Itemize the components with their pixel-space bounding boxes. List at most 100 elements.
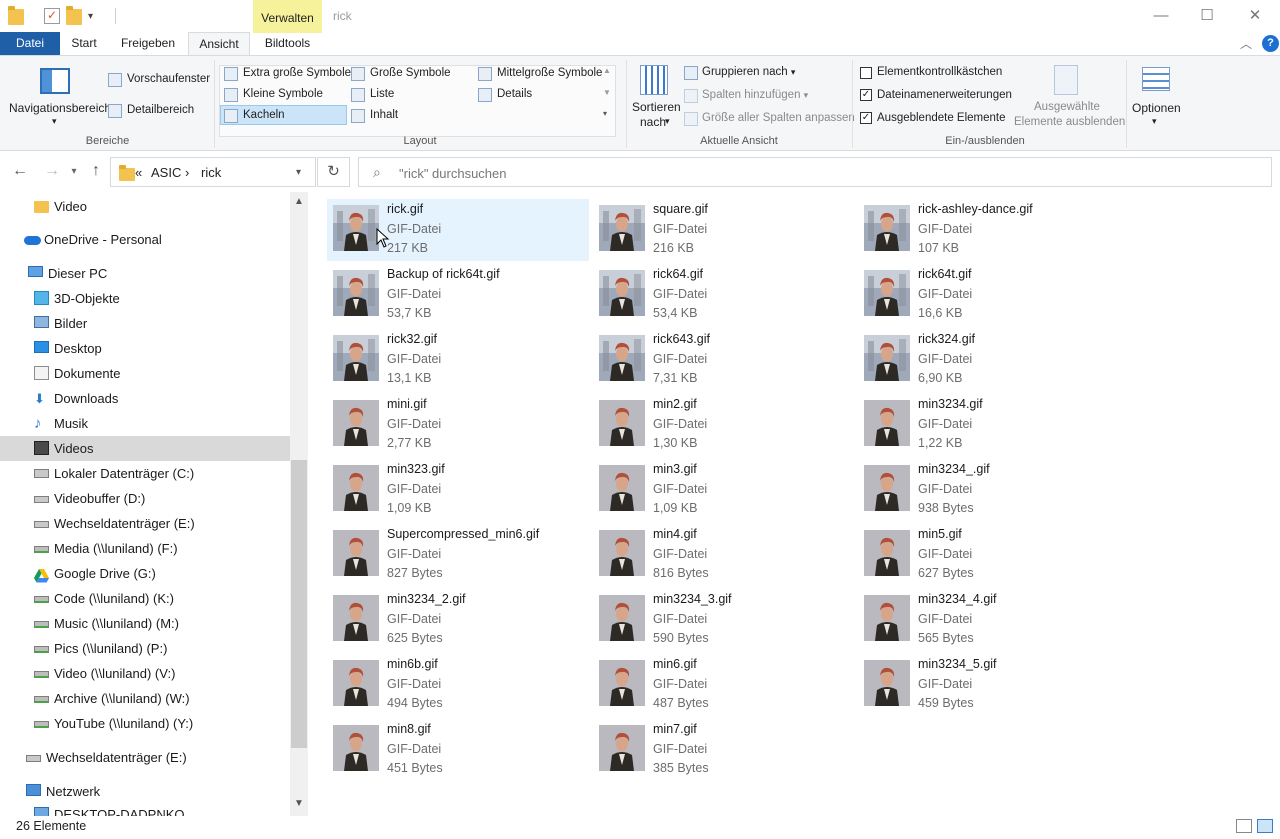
add-columns-button[interactable]: Spalten hinzufügen ▾: [702, 89, 808, 101]
file-tile[interactable]: rick.gif GIF-Datei 217 KB: [327, 199, 589, 261]
breadcrumb-rick[interactable]: rick: [201, 165, 221, 180]
sidebar-item[interactable]: Music (\\luniland) (M:): [0, 611, 290, 636]
address-bar[interactable]: « ASIC › rick ▾: [110, 157, 316, 187]
search-input[interactable]: [399, 163, 1259, 183]
file-tile[interactable]: rick-ashley-dance.gif GIF-Datei 107 KB: [858, 199, 1120, 261]
file-tile[interactable]: min5.gif GIF-Datei 627 Bytes: [858, 524, 1120, 586]
sidebar-item[interactable]: Videobuffer (D:): [0, 486, 290, 511]
sidebar-item[interactable]: Netzwerk: [0, 779, 290, 804]
sidebar-item[interactable]: Wechseldatenträger (E:): [0, 511, 290, 536]
details-view-icon[interactable]: [1236, 819, 1252, 833]
refresh-icon[interactable]: ↻: [317, 157, 350, 187]
new-folder-icon[interactable]: [66, 6, 82, 25]
recent-locations-icon[interactable]: ▾: [64, 166, 84, 177]
sidebar-item[interactable]: Media (\\luniland) (F:): [0, 536, 290, 561]
up-icon[interactable]: ↑: [86, 162, 106, 180]
minimize-button[interactable]: —: [1138, 0, 1184, 32]
file-tile[interactable]: min323.gif GIF-Datei 1,09 KB: [327, 459, 589, 521]
file-tile[interactable]: min7.gif GIF-Datei 385 Bytes: [593, 719, 855, 781]
sidebar-item[interactable]: Dokumente: [0, 361, 290, 386]
file-tile[interactable]: mini.gif GIF-Datei 2,77 KB: [327, 394, 589, 456]
hide-selected-button[interactable]: Ausgewählte Elemente ausblenden: [1012, 62, 1125, 132]
sidebar-item[interactable]: Wechseldatenträger (E:): [0, 745, 290, 770]
customize-toolbar-icon[interactable]: ▾: [88, 11, 93, 22]
contextual-tab-manage[interactable]: Verwalten: [253, 0, 322, 33]
navigation-pane-scrollbar[interactable]: ▲ ▼: [290, 192, 308, 816]
breadcrumb-overflow[interactable]: «: [135, 165, 142, 180]
scrollbar-thumb[interactable]: [291, 460, 307, 748]
forward-icon[interactable]: →: [42, 162, 62, 180]
tab-view[interactable]: Ansicht: [188, 32, 250, 55]
properties-icon[interactable]: ✓: [44, 8, 60, 24]
tab-share[interactable]: Freigeben: [112, 32, 184, 55]
navigation-pane-button[interactable]: Navigationsbereich ▾: [6, 62, 111, 132]
file-tile[interactable]: rick643.gif GIF-Datei 7,31 KB: [593, 329, 855, 391]
sidebar-item[interactable]: Pics (\\luniland) (P:): [0, 636, 290, 661]
details-pane-button[interactable]: Detailbereich: [127, 104, 194, 116]
sidebar-item[interactable]: Lokaler Datenträger (C:): [0, 461, 290, 486]
file-tile[interactable]: rick64t.gif GIF-Datei 16,6 KB: [858, 264, 1120, 326]
sidebar-item[interactable]: Dieser PC: [0, 261, 290, 286]
file-tile[interactable]: min3234_3.gif GIF-Datei 590 Bytes: [593, 589, 855, 651]
file-tile[interactable]: rick64.gif GIF-Datei 53,4 KB: [593, 264, 855, 326]
file-tile[interactable]: min4.gif GIF-Datei 816 Bytes: [593, 524, 855, 586]
breadcrumb-asic[interactable]: ASIC: [151, 165, 181, 180]
file-tile[interactable]: min3234_5.gif GIF-Datei 459 Bytes: [858, 654, 1120, 716]
sidebar-item[interactable]: Video: [0, 194, 290, 219]
close-button[interactable]: ✕: [1232, 0, 1278, 32]
sidebar-item[interactable]: Bilder: [0, 311, 290, 336]
file-tile[interactable]: Supercompressed_min6.gif GIF-Datei 827 Byt…: [327, 524, 589, 586]
sidebar-item[interactable]: ⬇ Downloads: [0, 386, 290, 411]
file-tile[interactable]: min3234_4.gif GIF-Datei 565 Bytes: [858, 589, 1120, 651]
options-button[interactable]: Optionen ▾: [1130, 62, 1182, 132]
file-tile[interactable]: square.gif GIF-Datei 216 KB: [593, 199, 855, 261]
hidden-items-checkbox[interactable]: ✓: [860, 112, 872, 124]
sidebar-item[interactable]: Desktop: [0, 336, 290, 361]
layout-extra-large-icons[interactable]: Extra große Symbole: [243, 67, 351, 79]
file-tile[interactable]: Backup of rick64t.gif GIF-Datei 53,7 KB: [327, 264, 589, 326]
file-tile[interactable]: min3.gif GIF-Datei 1,09 KB: [593, 459, 855, 521]
scroll-up-icon[interactable]: ▲: [290, 196, 308, 207]
back-icon[interactable]: ←: [10, 162, 30, 180]
file-tile[interactable]: min3234.gif GIF-Datei 1,22 KB: [858, 394, 1120, 456]
tab-file[interactable]: Datei: [0, 32, 60, 55]
layout-tiles[interactable]: Kacheln: [243, 109, 285, 121]
help-icon[interactable]: ?: [1262, 35, 1279, 52]
file-tile[interactable]: rick32.gif GIF-Datei 13,1 KB: [327, 329, 589, 391]
tab-start[interactable]: Start: [62, 32, 106, 55]
file-tile[interactable]: min6b.gif GIF-Datei 494 Bytes: [327, 654, 589, 716]
search-box[interactable]: ⌕: [358, 157, 1272, 187]
sidebar-item[interactable]: Archive (\\luniland) (W:): [0, 686, 290, 711]
large-icons-view-icon[interactable]: [1257, 819, 1273, 833]
sidebar-item[interactable]: ♪ Musik: [0, 411, 290, 436]
sidebar-item[interactable]: OneDrive - Personal: [0, 227, 290, 252]
sidebar-item[interactable]: Video (\\luniland) (V:): [0, 661, 290, 686]
file-extensions-checkbox[interactable]: ✓: [860, 89, 872, 101]
layout-medium-icons[interactable]: Mittelgroße Symbole: [497, 67, 602, 79]
chevron-down-icon[interactable]: ▾: [296, 167, 301, 178]
scroll-down-icon[interactable]: ▼: [290, 798, 308, 809]
layout-content[interactable]: Inhalt: [370, 109, 398, 121]
gallery-scroll-down-icon[interactable]: ▼: [603, 88, 611, 97]
collapse-ribbon-icon[interactable]: ︿: [1240, 35, 1252, 52]
sidebar-item[interactable]: Google Drive (G:): [0, 561, 290, 586]
file-tile[interactable]: min3234_2.gif GIF-Datei 625 Bytes: [327, 589, 589, 651]
group-by-button[interactable]: Gruppieren nach ▾: [702, 66, 795, 78]
sidebar-item[interactable]: 3D-Objekte: [0, 286, 290, 311]
sidebar-item[interactable]: DESKTOP-DADPNKO: [0, 802, 290, 816]
gallery-expand-icon[interactable]: ▾: [603, 109, 607, 118]
file-tile[interactable]: min3234_.gif GIF-Datei 938 Bytes: [858, 459, 1120, 521]
file-tile[interactable]: rick324.gif GIF-Datei 6,90 KB: [858, 329, 1120, 391]
maximize-button[interactable]: ☐: [1184, 0, 1230, 32]
sidebar-item[interactable]: Videos: [0, 436, 290, 461]
file-tile[interactable]: min8.gif GIF-Datei 451 Bytes: [327, 719, 589, 781]
file-tile[interactable]: min2.gif GIF-Datei 1,30 KB: [593, 394, 855, 456]
layout-details[interactable]: Details: [497, 88, 532, 100]
layout-large-icons[interactable]: Große Symbole: [370, 67, 451, 79]
size-columns-button[interactable]: Größe aller Spalten anpassen: [702, 112, 855, 124]
gallery-scroll-up-icon[interactable]: ▲: [603, 66, 611, 75]
layout-small-icons[interactable]: Kleine Symbole: [243, 88, 323, 100]
tab-picture-tools[interactable]: Bildtools: [253, 32, 322, 55]
sidebar-item[interactable]: Code (\\luniland) (K:): [0, 586, 290, 611]
layout-list[interactable]: Liste: [370, 88, 394, 100]
